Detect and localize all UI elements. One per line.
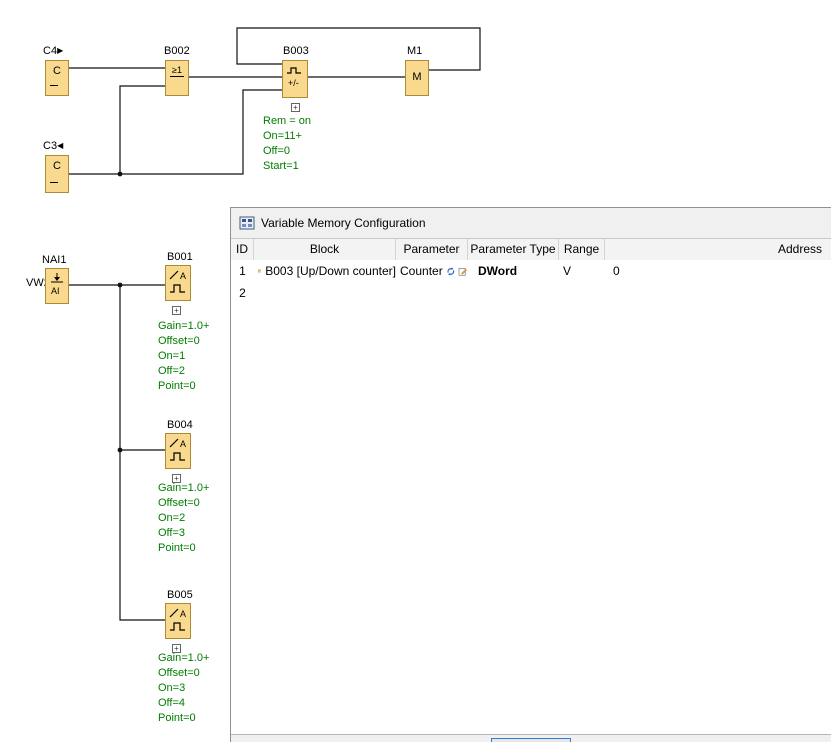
param-line: Point=0 [158, 711, 209, 726]
junction-dot [118, 283, 123, 288]
ok-button[interactable] [491, 738, 571, 742]
cell-parameter: Counter [396, 260, 468, 282]
param-line: On=3 [158, 681, 209, 696]
block-c3-pin-dash [50, 182, 58, 183]
block-label-c3: C3◀ [43, 140, 63, 152]
block-c3-symbol: C [46, 160, 68, 172]
block-label-m1: M1 [407, 45, 422, 57]
b001-parameters: Gain=1.0+ Offset=0 On=1 Off=2 Point=0 [158, 319, 209, 394]
edit-pencil-icon[interactable] [458, 265, 468, 278]
param-line: On=2 [158, 511, 209, 526]
junction-dot [118, 172, 123, 177]
cell-block: B003 [Up/Down counter] [254, 260, 396, 282]
junction-dot [118, 448, 123, 453]
variable-memory-dialog: Variable Memory Configuration ID Block P… [230, 207, 831, 742]
cell-address [605, 282, 831, 304]
column-header-parameter-type[interactable]: Parameter Type [468, 239, 559, 260]
param-line: Off=0 [263, 144, 311, 159]
table-header-row: ID Block Parameter Parameter Type Range … [231, 238, 831, 261]
block-label-b001: B001 [167, 251, 193, 263]
counter-symbol-icon: +/- [285, 63, 305, 93]
param-line: Gain=1.0+ [158, 481, 209, 496]
block-m1-flag[interactable]: M [405, 60, 429, 96]
cell-id: 2 [231, 282, 254, 304]
cursor-right-icon: ▶ [57, 46, 63, 55]
cell-parameter [396, 282, 468, 304]
param-line: Point=0 [158, 541, 209, 556]
cell-range: V [559, 260, 605, 282]
flag-symbol: M [406, 71, 428, 83]
param-line: Offset=0 [158, 496, 209, 511]
column-header-id[interactable]: ID [231, 239, 254, 260]
b004-parameters: Gain=1.0+ Offset=0 On=2 Off=3 Point=0 [158, 481, 209, 556]
block-c4-pin-dash [50, 85, 58, 86]
table-row-1[interactable]: 1 B003 [Up/Down counter] Counter [231, 260, 831, 282]
param-line: Gain=1.0+ [158, 319, 209, 334]
block-c4-symbol: C [46, 65, 68, 77]
block-mini-icon [258, 265, 261, 277]
param-line: Gain=1.0+ [158, 651, 209, 666]
svg-text:A: A [180, 439, 186, 449]
wires-analog-chain [69, 285, 165, 620]
svg-text:A: A [180, 609, 186, 619]
block-label-b004: B004 [167, 419, 193, 431]
cell-parameter-type: DWord [468, 260, 559, 282]
block-nai1-analog-input[interactable]: AI [45, 268, 69, 304]
b005-parameters: Gain=1.0+ Offset=0 On=3 Off=4 Point=0 [158, 651, 209, 726]
b003-parameters: Rem = on On=11+ Off=0 Start=1 [263, 114, 311, 174]
analog-input-symbol-icon: AI [47, 271, 67, 299]
block-b004-analog-threshold[interactable]: A [165, 433, 191, 469]
block-label-b002: B002 [164, 45, 190, 57]
dialog-title: Variable Memory Configuration [261, 216, 426, 230]
block-label-nai1: NAI1 [42, 254, 66, 266]
param-line: Point=0 [158, 379, 209, 394]
dialog-titlebar[interactable]: Variable Memory Configuration [231, 208, 831, 238]
block-c3-cursor-input[interactable]: C [45, 155, 69, 193]
svg-text:A: A [180, 271, 186, 281]
or-gate-symbol: ≥1 [170, 65, 184, 77]
param-line: Offset=0 [158, 334, 209, 349]
column-header-parameter[interactable]: Parameter [396, 239, 468, 260]
param-line: On=11+ [263, 129, 311, 144]
param-line: Start=1 [263, 159, 311, 174]
column-header-address[interactable]: Address [605, 239, 831, 260]
cell-block-text: B003 [Up/Down counter] [265, 260, 396, 282]
block-b005-analog-threshold[interactable]: A [165, 603, 191, 639]
param-line: Rem = on [263, 114, 311, 129]
column-header-block[interactable]: Block [254, 239, 396, 260]
param-line: Offset=0 [158, 666, 209, 681]
block-b001-analog-threshold[interactable]: A [165, 265, 191, 301]
cell-parameter-text: Counter [400, 260, 443, 282]
cell-range [559, 282, 605, 304]
svg-text:AI: AI [51, 286, 60, 296]
refresh-icon[interactable] [446, 265, 456, 278]
param-line: On=1 [158, 349, 209, 364]
block-label-c4: C4▶ [43, 45, 63, 57]
param-line: Off=2 [158, 364, 209, 379]
block-label-b005: B005 [167, 589, 193, 601]
block-b003-updown-counter[interactable]: +/- [282, 60, 308, 98]
analog-threshold-symbol-icon: A [167, 606, 189, 636]
column-header-range[interactable]: Range [559, 239, 605, 260]
cursor-left-icon: ◀ [57, 141, 63, 150]
block-b002-or-gate[interactable]: ≥1 [165, 60, 189, 96]
analog-threshold-symbol-icon: A [167, 436, 189, 466]
cell-parameter-type [468, 282, 559, 304]
b001-expand-button[interactable]: + [172, 306, 181, 315]
cell-id: 1 [231, 260, 254, 282]
table-row-2[interactable]: 2 [231, 282, 831, 304]
cell-address[interactable]: 0 [605, 260, 831, 282]
fbd-editor-canvas: C4▶ C B002 ≥1 B003 +/- + Rem = on On=11+… [0, 0, 831, 742]
param-line: Off=4 [158, 696, 209, 711]
svg-text:+/-: +/- [288, 78, 299, 88]
b003-expand-button[interactable]: + [291, 103, 300, 112]
block-label-b003: B003 [283, 45, 309, 57]
dialog-footer [231, 734, 831, 742]
cell-block [254, 282, 396, 304]
param-line: Off=3 [158, 526, 209, 541]
block-c4-cursor-input[interactable]: C [45, 60, 69, 96]
analog-threshold-symbol-icon: A [167, 268, 189, 298]
memory-grid-icon [239, 215, 255, 231]
